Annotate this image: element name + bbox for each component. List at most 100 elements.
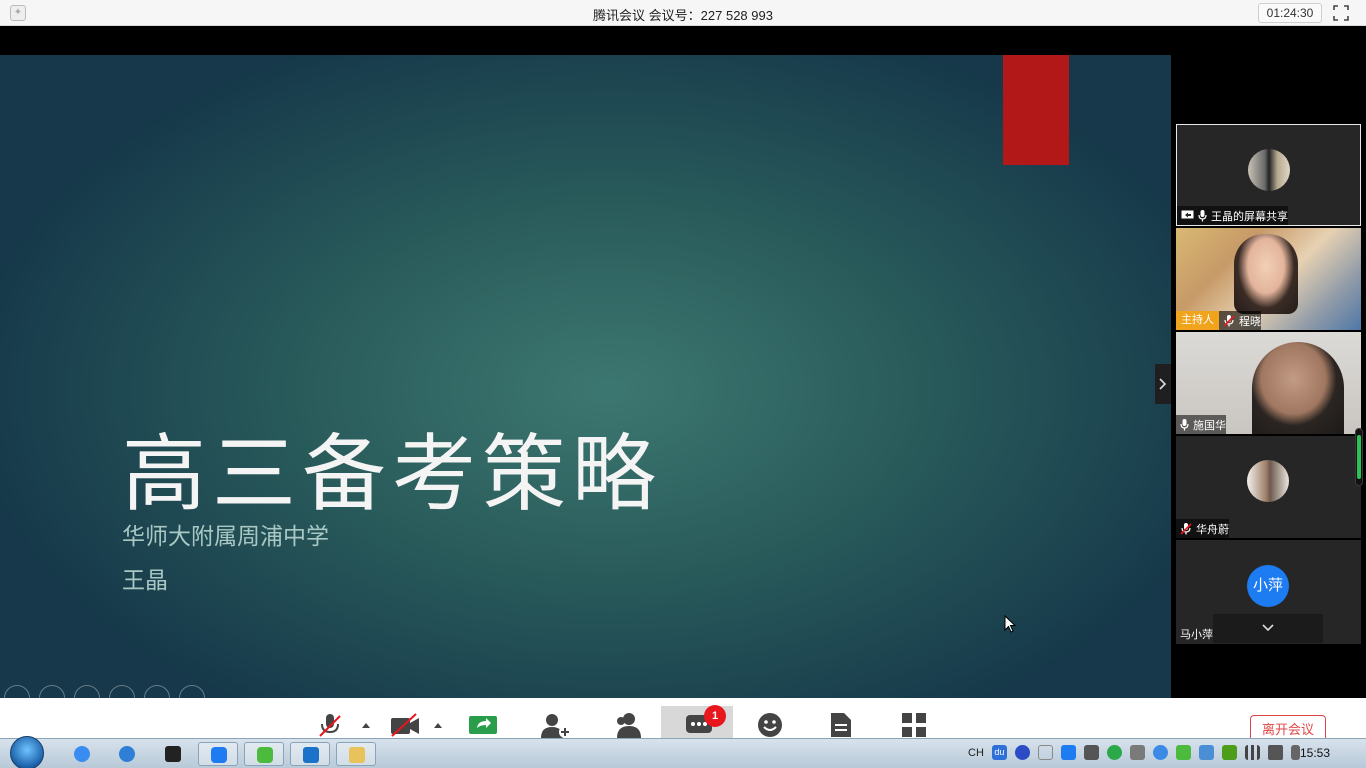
participant-tile[interactable]: 华舟蔚 (1176, 436, 1361, 538)
audio-options-caret-icon[interactable] (362, 723, 370, 728)
avatar (1247, 460, 1289, 502)
participant-name: 程晓 (1239, 315, 1261, 328)
network-globe-icon[interactable] (1152, 745, 1168, 760)
title-bar: ✦ 腾讯会议 会议号：227 528 993 01:24:30 (0, 0, 1366, 26)
members-icon (617, 713, 641, 738)
mic-muted-icon (319, 714, 341, 737)
chevron-down-icon (1262, 624, 1274, 632)
taskbar-app[interactable] (336, 742, 376, 766)
participant-name-bar: 华舟蔚 (1176, 519, 1229, 538)
slide-next-icon[interactable] (39, 685, 65, 698)
system-tray: CH du (968, 745, 1300, 760)
members-button[interactable] (600, 698, 648, 738)
slide-pen-icon[interactable] (74, 685, 100, 698)
scrollbar-thumb[interactable] (1357, 435, 1361, 479)
reaction-button[interactable] (745, 698, 793, 738)
meeting-tray-icon[interactable] (1060, 745, 1076, 760)
nvidia-icon[interactable] (1221, 745, 1237, 760)
language-indicator[interactable]: CH (968, 747, 984, 759)
slide-zoom-icon[interactable] (144, 685, 170, 698)
participant-name-bar: 马小萍 (1176, 624, 1213, 643)
invite-button[interactable] (529, 698, 577, 738)
clock[interactable]: 15:53 (1300, 746, 1330, 760)
screen-share-icon (1181, 210, 1194, 219)
apps-icon (902, 713, 926, 737)
mic-icon (1198, 209, 1207, 221)
fullscreen-icon[interactable] (1333, 5, 1349, 21)
share-screen-icon (469, 716, 497, 734)
baidu-netdisk-icon (74, 746, 90, 762)
documents-button[interactable] (817, 698, 865, 738)
participant-name-bar: 主持人 程晓 (1176, 311, 1261, 330)
mic-muted-icon (1223, 314, 1235, 327)
video-feed (1234, 234, 1298, 314)
share-screen-button[interactable] (456, 698, 504, 738)
slide-presenter-name: 王晶 (122, 568, 168, 594)
meeting-timer: 01:24:30 (1258, 3, 1322, 23)
slide-red-ribbon (1003, 55, 1069, 165)
participant-name-bar: 王晶的屏幕共享 (1177, 206, 1288, 225)
participant-name: 王晶的屏幕共享 (1211, 210, 1288, 223)
participant-name: 华舟蔚 (1196, 523, 1229, 536)
camera-off-icon (391, 713, 419, 737)
collapse-panel-button[interactable] (1155, 364, 1171, 404)
video-button[interactable] (378, 698, 426, 738)
mute-button[interactable] (305, 698, 353, 738)
terminal-icon (165, 746, 181, 762)
slide-title: 高三备考策略 (122, 425, 663, 523)
taskbar-app[interactable] (290, 742, 330, 766)
taskbar-app[interactable] (198, 742, 238, 766)
tencent-meeting-icon (211, 747, 227, 763)
participant-scrollbar[interactable] (1355, 428, 1363, 486)
photos-icon (303, 747, 319, 763)
qr-icon[interactable] (1198, 745, 1214, 760)
video-options-caret-icon[interactable] (434, 723, 442, 728)
participant-name-bar: 施国华 (1176, 415, 1226, 434)
network-bars-icon[interactable] (1244, 745, 1260, 760)
security-tray-icon[interactable] (1106, 745, 1122, 760)
leave-meeting-button[interactable]: 离开会议 (1250, 715, 1326, 738)
volume-icon[interactable] (1267, 745, 1283, 760)
file-explorer-icon (349, 747, 365, 763)
wechat-tray-icon[interactable] (1175, 745, 1191, 760)
keyboard-icon[interactable] (1083, 745, 1099, 760)
taskbar-app[interactable] (153, 742, 193, 766)
slide-more-icon[interactable] (179, 685, 205, 698)
help-icon[interactable] (1014, 745, 1030, 760)
participant-list: 王晶的屏幕共享 主持人 程晓 施国华 华舟蔚 马小萍 小萍 (1176, 124, 1361, 644)
chevron-right-icon (1159, 378, 1167, 390)
participant-name: 马小萍 (1180, 628, 1213, 641)
taskbar-app[interactable] (244, 742, 284, 766)
meeting-toolbar: 1 离开会议 (0, 698, 1366, 738)
avatar: 小萍 (1247, 565, 1289, 607)
ime-icon[interactable]: du (991, 745, 1007, 760)
update-icon[interactable] (1129, 745, 1145, 760)
apps-button[interactable] (889, 698, 937, 738)
slide-grid-icon[interactable] (109, 685, 135, 698)
host-badge: 主持人 (1176, 311, 1219, 330)
video-feed (1252, 342, 1344, 434)
participant-tile[interactable]: 主持人 程晓 (1176, 228, 1361, 330)
mouse-cursor-icon (1004, 615, 1016, 633)
start-button[interactable] (10, 736, 44, 768)
chat-unread-badge: 1 (704, 705, 726, 727)
avatar (1248, 149, 1290, 191)
slideshow-controls (4, 685, 205, 698)
expand-list-button[interactable] (1213, 614, 1323, 643)
windows-taskbar: CH du 15:53 (0, 736, 1366, 768)
taskbar-app[interactable] (107, 742, 147, 766)
ie-browser-icon (119, 746, 135, 762)
shared-screen: 高三备考策略 华师大附属周浦中学 王晶 (0, 55, 1171, 698)
participant-name: 施国华 (1193, 419, 1226, 432)
expand-tray-icon[interactable] (1037, 745, 1053, 760)
meeting-title: 腾讯会议 会议号：227 528 993 (593, 8, 773, 23)
invite-icon (541, 714, 571, 738)
battery-icon[interactable] (1290, 745, 1300, 760)
mic-icon (1180, 418, 1189, 430)
taskbar-app[interactable] (62, 742, 102, 766)
reaction-icon (758, 713, 782, 737)
participant-tile[interactable]: 王晶的屏幕共享 (1176, 124, 1361, 226)
slide-subtitle: 华师大附属周浦中学 (122, 524, 329, 550)
participant-tile[interactable]: 施国华 (1176, 332, 1361, 434)
slide-prev-icon[interactable] (4, 685, 30, 698)
